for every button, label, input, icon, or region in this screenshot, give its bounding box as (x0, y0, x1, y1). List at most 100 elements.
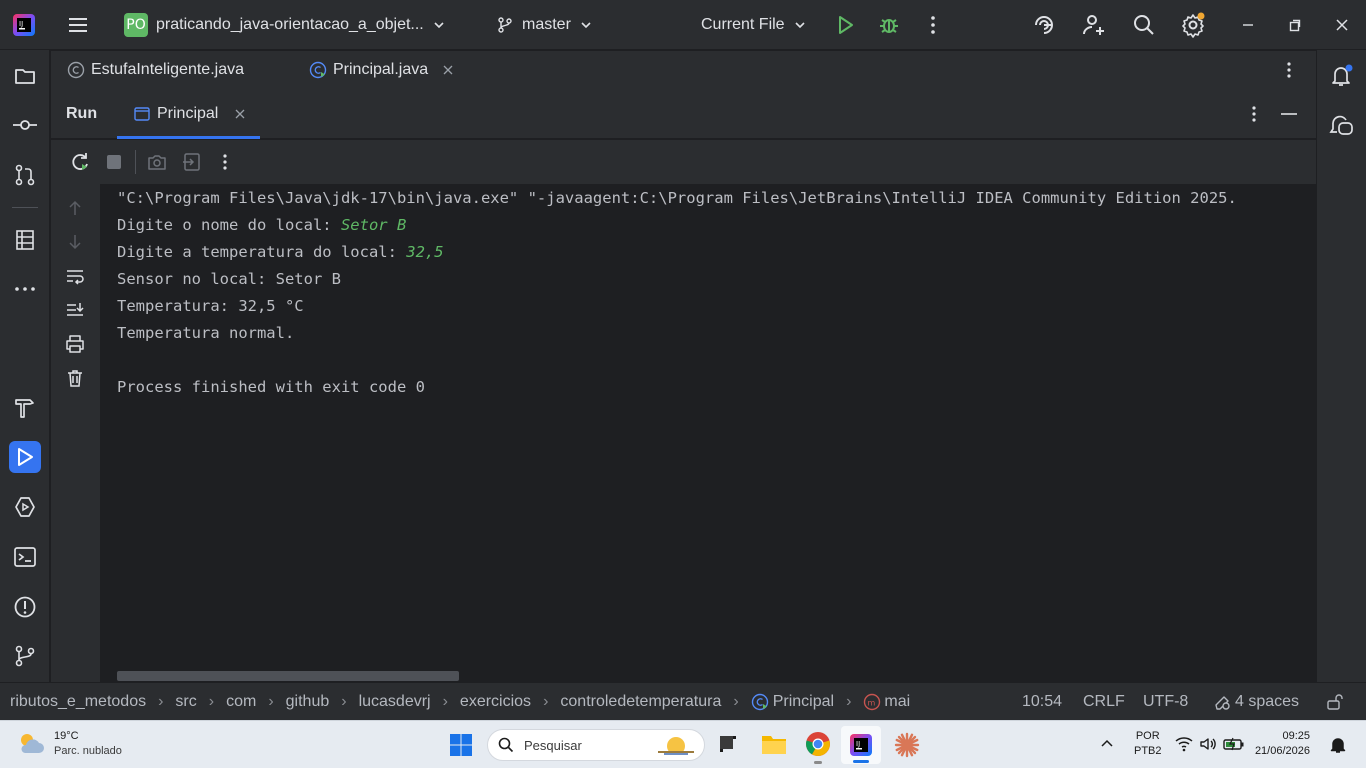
chevron-right-icon: › (543, 693, 549, 710)
run-config-selector[interactable]: Current File (701, 0, 807, 50)
structure-icon[interactable] (9, 224, 41, 256)
clock[interactable]: 09:25 21/06/2026 (1255, 729, 1310, 759)
chevron-right-icon: › (442, 693, 448, 710)
notifications-bell-icon[interactable] (1326, 60, 1358, 92)
svg-text:m: m (868, 699, 876, 708)
svg-text:IJ: IJ (19, 20, 23, 28)
scroll-to-end-icon[interactable] (65, 300, 85, 320)
settings-gear-icon[interactable] (1181, 0, 1207, 50)
exit-icon[interactable] (182, 152, 202, 172)
pull-requests-icon[interactable] (9, 159, 41, 191)
tab-principal[interactable]: Principal.java (309, 51, 454, 89)
horizontal-scrollbar[interactable] (117, 671, 459, 681)
project-folder-icon[interactable] (9, 60, 41, 92)
console-line: Digite o nome do local: Setor B (117, 216, 407, 234)
tab-label: Principal.java (333, 61, 429, 78)
keyboard-layout: PTB2 (1134, 745, 1162, 757)
console-output[interactable]: "C:\Program Files\Java\jdk-17\bin\java.e… (100, 184, 1316, 682)
breadcrumb-item[interactable]: com (226, 693, 256, 711)
more-actions-icon[interactable] (922, 0, 944, 50)
console-icon (134, 107, 150, 121)
breadcrumb-item-class[interactable]: Principal (751, 693, 834, 711)
user-input: 32,5 (406, 243, 444, 261)
add-user-icon[interactable] (1082, 0, 1106, 50)
maximize-window-button[interactable] (1287, 0, 1303, 50)
play-icon (839, 16, 853, 34)
breadcrumb-item[interactable]: ributos_e_metodos (10, 693, 146, 711)
taskbar-app-chrome[interactable] (805, 731, 831, 764)
commit-icon[interactable] (9, 109, 41, 141)
close-window-button[interactable] (1334, 0, 1350, 50)
system-tray-status[interactable] (1175, 736, 1245, 752)
console-line: Sensor no local: Setor B (117, 270, 341, 288)
indent-settings[interactable]: 4 spaces (1213, 683, 1299, 721)
tab-estufa-inteligente[interactable]: EstufaInteligente.java (67, 51, 244, 89)
input-language[interactable]: POR PTB2 (1134, 729, 1162, 759)
taskbar-search[interactable]: Pesquisar (487, 729, 705, 761)
taskbar-app-intellij[interactable]: IJ (841, 726, 881, 764)
project-name: praticando_java-orientacao_a_objet... (156, 16, 424, 33)
tab-label: EstufaInteligente.java (91, 61, 244, 78)
cursor-position[interactable]: 10:54 (1022, 683, 1062, 721)
start-button[interactable] (449, 733, 473, 757)
arrow-up-icon[interactable] (65, 198, 85, 218)
run-tab-principal[interactable]: Principal (117, 89, 260, 139)
search-icon[interactable] (1132, 0, 1156, 50)
trash-clear-icon[interactable] (65, 368, 85, 388)
breadcrumb-item[interactable]: github (286, 693, 330, 711)
version-control-icon[interactable] (9, 640, 41, 672)
run-panel-options-icon[interactable] (1244, 104, 1264, 124)
run-tab-label: Principal (157, 105, 219, 122)
project-selector[interactable]: PO praticando_java-orientacao_a_objet... (124, 0, 446, 50)
main-menu-icon[interactable] (66, 0, 90, 50)
lock-icon[interactable] (1326, 683, 1344, 721)
terminal-icon[interactable] (9, 541, 41, 573)
line-ending[interactable]: CRLF (1083, 683, 1125, 721)
chevron-right-icon: › (158, 693, 164, 710)
chevron-right-icon: › (733, 693, 739, 710)
battery-charging-icon (1223, 737, 1244, 751)
run-tool-window-icon[interactable] (9, 441, 41, 473)
breadcrumb-item[interactable]: src (175, 693, 196, 711)
run-config-label: Current File (701, 16, 785, 33)
run-button[interactable] (834, 0, 856, 50)
more-actions-icon[interactable] (215, 152, 235, 172)
branch-selector[interactable]: master (496, 0, 593, 50)
chevron-right-icon: › (268, 693, 274, 710)
breadcrumb-item-method[interactable]: m mai (863, 693, 910, 711)
hide-panel-icon[interactable] (1279, 104, 1299, 124)
run-panel-header: Run Principal (51, 89, 1316, 139)
arrow-down-icon[interactable] (65, 232, 85, 252)
ai-chat-icon[interactable] (1326, 110, 1358, 142)
taskbar-app-explorer[interactable] (761, 732, 787, 756)
breadcrumb-item[interactable]: lucasdevrj (359, 693, 431, 711)
debug-button[interactable] (878, 0, 900, 50)
stop-icon[interactable] (106, 154, 122, 170)
weather-widget[interactable]: 19°C Parc. nublado (16, 729, 122, 759)
show-hidden-icons-chevron-up-icon[interactable] (1100, 737, 1114, 751)
taskbar-app-terminal[interactable] (717, 733, 739, 755)
editor-tabs-more-icon[interactable] (1279, 51, 1299, 89)
separator (135, 150, 136, 174)
rerun-icon[interactable] (69, 151, 91, 173)
build-hammer-icon[interactable] (9, 392, 41, 424)
services-icon[interactable] (9, 491, 41, 523)
svg-text:IJ: IJ (856, 740, 860, 748)
problems-icon[interactable] (9, 591, 41, 623)
console-line: Digite a temperatura do local: 32,5 (117, 243, 444, 261)
more-tool-windows-icon[interactable] (9, 273, 41, 305)
breadcrumb-item[interactable]: exercicios (460, 693, 531, 711)
print-icon[interactable] (65, 334, 85, 354)
minimize-window-button[interactable] (1240, 0, 1256, 50)
camera-snapshot-icon[interactable] (147, 152, 167, 172)
intellij-logo-icon[interactable]: IJ (12, 0, 36, 50)
file-encoding[interactable]: UTF-8 (1143, 683, 1188, 721)
ai-assistant-icon[interactable] (1032, 0, 1056, 50)
close-icon[interactable] (442, 64, 454, 76)
notification-center-icon[interactable] (1330, 736, 1346, 754)
taskbar-app-claude[interactable] (894, 732, 920, 758)
close-icon[interactable] (234, 108, 246, 120)
breadcrumb-item[interactable]: controledetemperatura (560, 693, 721, 711)
soft-wrap-icon[interactable] (65, 266, 85, 286)
editor-tab-bar: EstufaInteligente.java Principal.java (51, 51, 1316, 89)
